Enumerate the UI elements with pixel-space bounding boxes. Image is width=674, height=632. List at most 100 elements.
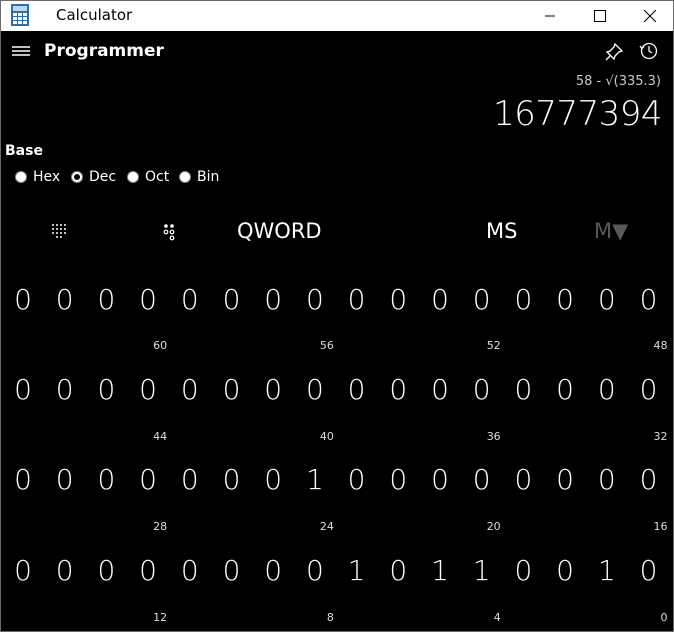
bit-toggle[interactable]: 0 bbox=[468, 283, 496, 316]
bit-toggle[interactable]: 0 bbox=[51, 554, 79, 587]
bit-toggle[interactable]: 0 bbox=[218, 554, 246, 587]
radio-oct[interactable]: Oct bbox=[127, 169, 169, 185]
bit-toggle[interactable]: 0 bbox=[92, 463, 120, 496]
bit-toggle[interactable]: 0 bbox=[51, 373, 79, 406]
keep-on-top-pin-icon[interactable] bbox=[604, 42, 624, 62]
bit-toggle[interactable]: 0 bbox=[343, 283, 371, 316]
bit-toggle[interactable]: 0 bbox=[92, 283, 120, 316]
bit-toggle[interactable]: 0 bbox=[9, 554, 37, 587]
bit-toggle[interactable]: 0 bbox=[134, 283, 162, 316]
memory-store-button[interactable]: MS bbox=[486, 219, 517, 243]
bit-toggle[interactable]: 0 bbox=[218, 283, 246, 316]
bit-toggle[interactable]: 0 bbox=[635, 283, 663, 316]
bit-toggle[interactable]: 0 bbox=[259, 283, 287, 316]
bit-toggle[interactable]: 0 bbox=[301, 373, 329, 406]
bit-toggle[interactable]: 0 bbox=[259, 554, 287, 587]
bit-toggle[interactable]: 0 bbox=[426, 463, 454, 496]
bit-toggle[interactable]: 1 bbox=[426, 554, 454, 587]
window-title: Calculator bbox=[56, 6, 133, 24]
bit-toggle[interactable]: 0 bbox=[551, 373, 579, 406]
bit-toggle[interactable]: 0 bbox=[468, 373, 496, 406]
bit-toggle[interactable]: 1 bbox=[593, 554, 621, 587]
bit-toggle[interactable]: 0 bbox=[218, 463, 246, 496]
bit-index-label: 48 bbox=[653, 339, 668, 352]
bit-index-label: 28 bbox=[153, 520, 168, 533]
bit-toggle[interactable]: 0 bbox=[259, 463, 287, 496]
bit-toggle[interactable]: 0 bbox=[593, 283, 621, 316]
bit-toggle[interactable]: 0 bbox=[9, 373, 37, 406]
bit-toggle[interactable]: 0 bbox=[384, 463, 412, 496]
maximize-button[interactable] bbox=[577, 1, 623, 31]
calculator-app-icon bbox=[11, 4, 29, 26]
bit-toggle[interactable]: 0 bbox=[176, 373, 204, 406]
bit-toggle[interactable]: 0 bbox=[92, 554, 120, 587]
bit-toggle[interactable]: 0 bbox=[384, 373, 412, 406]
bit-toggling-keypad-icon[interactable] bbox=[162, 223, 178, 241]
bit-toggle[interactable]: 0 bbox=[468, 463, 496, 496]
bit-toggle[interactable]: 0 bbox=[301, 554, 329, 587]
radio-dec[interactable]: Dec bbox=[71, 169, 116, 185]
history-icon[interactable] bbox=[639, 41, 659, 61]
radio-bin-circle[interactable] bbox=[179, 171, 191, 183]
bit-toggle[interactable]: 0 bbox=[509, 283, 537, 316]
bit-toggle[interactable]: 0 bbox=[343, 373, 371, 406]
bit-index-label: 60 bbox=[153, 339, 168, 352]
bit-toggle[interactable]: 0 bbox=[551, 554, 579, 587]
bit-toggle[interactable]: 0 bbox=[635, 554, 663, 587]
bit-toggle[interactable]: 0 bbox=[134, 554, 162, 587]
bit-toggle[interactable]: 0 bbox=[551, 463, 579, 496]
minimize-icon bbox=[545, 15, 555, 17]
bit-row: 0000000100000000 bbox=[1, 463, 673, 503]
bit-index-label: 56 bbox=[319, 339, 334, 352]
radio-oct-label: Oct bbox=[145, 169, 170, 185]
bit-toggle[interactable]: 0 bbox=[176, 554, 204, 587]
bit-toggle[interactable]: 0 bbox=[301, 283, 329, 316]
bit-toggle[interactable]: 0 bbox=[9, 463, 37, 496]
bit-toggle[interactable]: 0 bbox=[426, 373, 454, 406]
radio-bin[interactable]: Bin bbox=[179, 169, 219, 185]
bit-toggle[interactable]: 0 bbox=[51, 463, 79, 496]
radio-hex-circle[interactable] bbox=[15, 171, 27, 183]
bit-toggle[interactable]: 0 bbox=[426, 283, 454, 316]
bit-toggle[interactable]: 0 bbox=[509, 554, 537, 587]
full-keypad-icon[interactable] bbox=[51, 223, 67, 239]
bit-toggle[interactable]: 0 bbox=[593, 373, 621, 406]
radio-dec-label: Dec bbox=[89, 169, 117, 185]
bit-toggle[interactable]: 0 bbox=[176, 283, 204, 316]
bit-index-label: 32 bbox=[653, 430, 668, 443]
bit-toggle[interactable]: 0 bbox=[551, 283, 579, 316]
minimize-button[interactable] bbox=[527, 1, 573, 31]
bit-toggle[interactable]: 0 bbox=[134, 463, 162, 496]
bit-toggle[interactable]: 0 bbox=[134, 373, 162, 406]
bit-toggle[interactable]: 0 bbox=[635, 373, 663, 406]
memory-list-button[interactable]: M▼ bbox=[594, 219, 628, 243]
bit-toggle[interactable]: 0 bbox=[259, 373, 287, 406]
bit-toggle[interactable]: 0 bbox=[384, 554, 412, 587]
bit-index-label: 40 bbox=[319, 430, 334, 443]
bit-toggle[interactable]: 0 bbox=[593, 463, 621, 496]
bit-toggle[interactable]: 1 bbox=[343, 554, 371, 587]
title-bar[interactable]: Calculator bbox=[1, 1, 673, 31]
bit-toggle[interactable]: 0 bbox=[509, 463, 537, 496]
result-display: 16777394 bbox=[492, 94, 663, 134]
bit-toggle[interactable]: 0 bbox=[384, 283, 412, 316]
bit-toggle[interactable]: 0 bbox=[176, 463, 204, 496]
bit-toggle[interactable]: 0 bbox=[343, 463, 371, 496]
word-size-button[interactable]: QWORD bbox=[237, 219, 322, 243]
radio-oct-circle[interactable] bbox=[127, 171, 139, 183]
bit-index-label: 36 bbox=[486, 430, 501, 443]
bit-toggle[interactable]: 0 bbox=[509, 373, 537, 406]
bit-toggle[interactable]: 0 bbox=[9, 283, 37, 316]
radio-dec-circle[interactable] bbox=[71, 171, 83, 183]
bit-toggle[interactable]: 1 bbox=[468, 554, 496, 587]
bit-toggle[interactable]: 0 bbox=[635, 463, 663, 496]
close-button[interactable] bbox=[627, 1, 673, 31]
bit-toggle[interactable]: 0 bbox=[51, 283, 79, 316]
hamburger-menu-icon[interactable] bbox=[11, 44, 31, 58]
bit-index-label: 8 bbox=[326, 611, 334, 624]
bit-toggle[interactable]: 1 bbox=[301, 463, 329, 496]
maximize-icon bbox=[594, 10, 606, 22]
radio-hex[interactable]: Hex bbox=[15, 169, 60, 185]
bit-toggle[interactable]: 0 bbox=[92, 373, 120, 406]
bit-toggle[interactable]: 0 bbox=[218, 373, 246, 406]
